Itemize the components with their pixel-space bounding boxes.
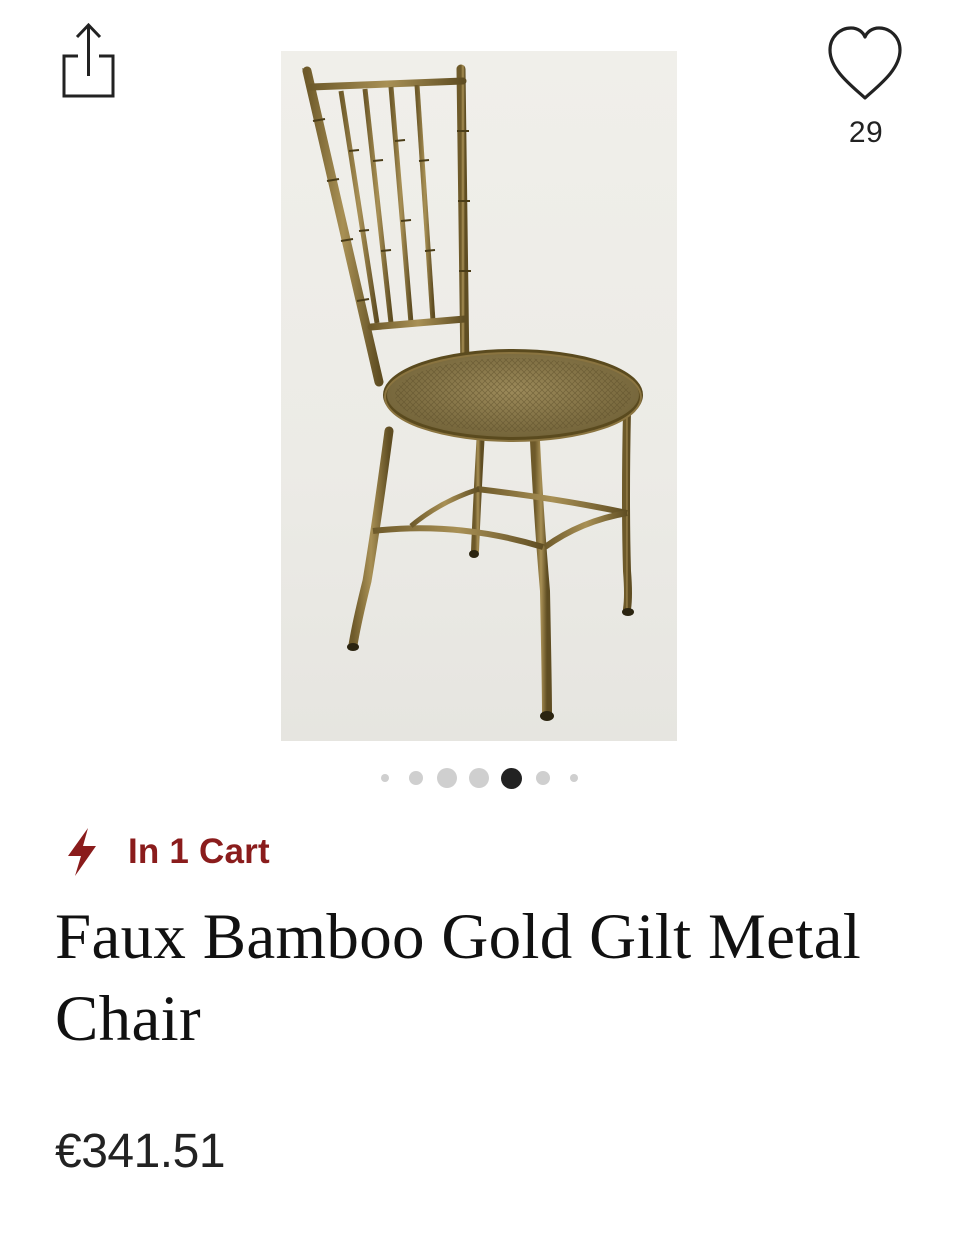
favorite-count: 29 (848, 116, 884, 149)
favorite-button[interactable] (822, 22, 908, 106)
carousel-dot-active[interactable] (500, 767, 522, 789)
carousel-dot[interactable] (408, 771, 423, 785)
share-icon (62, 22, 115, 98)
carousel-dot[interactable] (468, 768, 489, 788)
carousel-dot[interactable] (380, 774, 389, 782)
chair-photo (302, 64, 643, 721)
share-button[interactable] (58, 20, 120, 102)
product-title: Faux Bamboo Gold Gilt Metal Chair (55, 901, 862, 1055)
carousel-dot[interactable] (436, 768, 457, 788)
cart-status-badge: In 1 Cart (64, 824, 270, 880)
carousel-dot[interactable] (535, 771, 550, 785)
heart-icon (828, 26, 902, 100)
cart-status-text: In 1 Cart (128, 832, 270, 871)
carousel-indicator (0, 762, 958, 794)
carousel-dot[interactable] (569, 774, 578, 782)
lightning-bolt-icon (68, 828, 96, 876)
product-image[interactable] (281, 51, 677, 741)
product-price: €341.51 (55, 1125, 226, 1178)
